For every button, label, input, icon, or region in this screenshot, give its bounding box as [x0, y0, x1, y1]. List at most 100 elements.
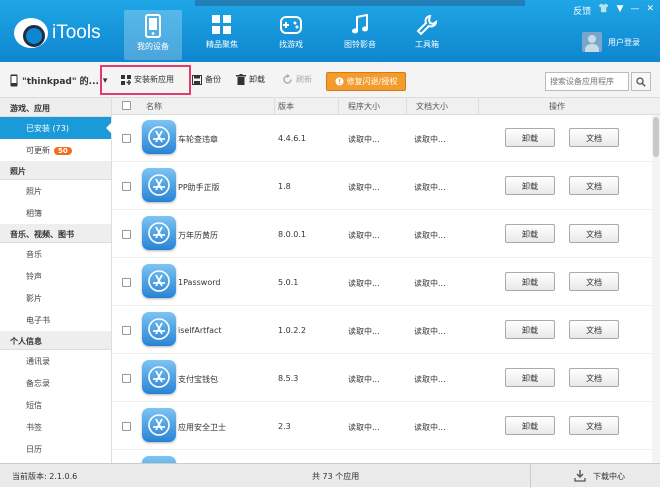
row-checkbox[interactable]: [122, 422, 131, 431]
uninstall-toolbar-button[interactable]: 卸载: [236, 74, 265, 85]
app-name: 应用安全卫士: [178, 423, 226, 432]
sidebar-item-bookmarks[interactable]: 书签: [0, 416, 111, 438]
title-bar: iTools 我的设备 精品聚焦 找游戏 图铃影音 工具箱 反馈 👕 ▼ — ✕…: [0, 0, 660, 62]
row-checkbox[interactable]: [122, 230, 131, 239]
table-row[interactable]: 1Password 5.0.1 读取中... 读取中... 卸载 文档: [112, 259, 660, 306]
uninstall-button[interactable]: 卸载: [505, 224, 555, 243]
row-checkbox[interactable]: [122, 182, 131, 191]
documents-button[interactable]: 文档: [569, 272, 619, 291]
scrollbar-track[interactable]: [652, 115, 660, 463]
uninstall-button[interactable]: 卸载: [505, 128, 555, 147]
app-version: 2.3: [278, 422, 291, 431]
app-program-size: 读取中...: [348, 375, 380, 384]
menu-icon[interactable]: ▼: [617, 4, 624, 17]
nav-media[interactable]: 图铃影音: [331, 10, 389, 60]
sidebar-item-ringtones[interactable]: 铃声: [0, 265, 111, 287]
app-name: 支付宝钱包: [178, 375, 218, 384]
user-login[interactable]: 用户登录: [582, 32, 640, 52]
sidebar-item-albums[interactable]: 相簿: [0, 202, 111, 224]
search-icon: [636, 76, 646, 87]
select-all-checkbox[interactable]: [122, 101, 131, 110]
uninstall-toolbar-label: 卸载: [249, 75, 265, 84]
sidebar-item-contacts[interactable]: 通讯录: [0, 350, 111, 372]
sidebar-item-photos[interactable]: 照片: [0, 180, 111, 202]
documents-button[interactable]: 文档: [569, 368, 619, 387]
header-name[interactable]: 名称: [146, 101, 162, 112]
scrollbar-thumb[interactable]: [653, 117, 659, 157]
header-doc-size[interactable]: 文档大小: [416, 101, 448, 112]
nav-toolbox[interactable]: 工具箱: [398, 10, 456, 60]
repair-crash-button[interactable]: 修复闪退/授权: [326, 72, 406, 91]
app-name: 1Password: [178, 278, 221, 287]
nav-label: 精品聚焦: [206, 40, 238, 49]
uninstall-button[interactable]: 卸载: [505, 176, 555, 195]
header-program-size[interactable]: 程序大小: [348, 101, 380, 112]
nav-featured[interactable]: 精品聚焦: [193, 10, 251, 60]
app-version: 8.5.3: [278, 374, 299, 383]
column-divider: [274, 98, 275, 115]
uninstall-button[interactable]: 卸载: [505, 368, 555, 387]
desktop-strip: [195, 0, 525, 6]
app-store-icon: [142, 168, 176, 202]
device-selector[interactable]: "thinkpad" 的... ▾: [10, 74, 107, 87]
column-divider: [338, 98, 339, 115]
app-version: 8.0.0.1: [278, 230, 306, 239]
header-version[interactable]: 版本: [278, 101, 294, 112]
uninstall-button[interactable]: 卸载: [505, 320, 555, 339]
nav-games[interactable]: 找游戏: [262, 10, 320, 60]
download-center-link[interactable]: 下载中心: [593, 471, 625, 482]
app-program-size: 读取中...: [348, 183, 380, 192]
sidebar-item-calendar[interactable]: 日历: [0, 438, 111, 460]
row-checkbox[interactable]: [122, 278, 131, 287]
app-count-text: 共 73 个应用: [312, 472, 360, 481]
documents-button[interactable]: 文档: [569, 176, 619, 195]
app-store-icon: [142, 408, 176, 442]
app-program-size: 读取中...: [348, 327, 380, 336]
close-icon[interactable]: ✕: [646, 4, 654, 17]
row-checkbox[interactable]: [122, 134, 131, 143]
minimize-icon[interactable]: —: [630, 4, 639, 17]
feedback-link[interactable]: 反馈: [573, 4, 591, 17]
table-row[interactable]: PP助手正版 1.8 读取中... 读取中... 卸载 文档: [112, 163, 660, 210]
sidebar-item-movies[interactable]: 影片: [0, 287, 111, 309]
repair-icon: [335, 77, 344, 86]
table-row[interactable]: 车轮查违章 4.4.6.1 读取中... 读取中... 卸载 文档: [112, 115, 660, 162]
app-version: 1.8: [278, 182, 291, 191]
documents-button[interactable]: 文档: [569, 416, 619, 435]
skin-icon[interactable]: 👕: [598, 4, 609, 17]
table-row[interactable]: 应用安全卫士 2.3 读取中... 读取中... 卸载 文档: [112, 403, 660, 450]
uninstall-button[interactable]: 卸载: [505, 416, 555, 435]
sidebar-section-media: 音乐、视频、图书: [0, 224, 111, 243]
app-store-icon: [142, 360, 176, 394]
app-program-size: 读取中...: [348, 135, 380, 144]
update-count-badge: 50: [54, 147, 72, 155]
search-button[interactable]: [631, 72, 651, 91]
backup-button[interactable]: 备份: [192, 74, 221, 85]
app-doc-size: 读取中...: [414, 183, 446, 192]
sidebar-item-music[interactable]: 音乐: [0, 243, 111, 265]
documents-button[interactable]: 文档: [569, 224, 619, 243]
table-row[interactable]: [112, 451, 660, 463]
sidebar-item-notes[interactable]: 备忘录: [0, 372, 111, 394]
nav-my-device[interactable]: 我的设备: [124, 10, 182, 60]
column-divider: [478, 98, 479, 115]
row-checkbox[interactable]: [122, 374, 131, 383]
sidebar-item-updates[interactable]: 可更新 50: [0, 139, 111, 161]
documents-button[interactable]: 文档: [569, 128, 619, 147]
refresh-button[interactable]: 刷新: [282, 74, 312, 85]
nav-label: 工具箱: [415, 40, 439, 49]
nav-label: 找游戏: [279, 40, 303, 49]
table-row[interactable]: iselfArtfact 1.0.2.2 读取中... 读取中... 卸载 文档: [112, 307, 660, 354]
row-checkbox[interactable]: [122, 326, 131, 335]
sidebar-item-ebooks[interactable]: 电子书: [0, 309, 111, 331]
documents-button[interactable]: 文档: [569, 320, 619, 339]
sidebar-item-installed[interactable]: 已安装 (73): [0, 117, 112, 139]
avatar-icon: [582, 32, 602, 52]
app-doc-size: 读取中...: [414, 135, 446, 144]
nav-label: 图铃影音: [344, 40, 376, 49]
sidebar-item-messages[interactable]: 短信: [0, 394, 111, 416]
table-row[interactable]: 支付宝钱包 8.5.3 读取中... 读取中... 卸载 文档: [112, 355, 660, 402]
table-row[interactable]: 万年历黄历 8.0.0.1 读取中... 读取中... 卸载 文档: [112, 211, 660, 258]
uninstall-button[interactable]: 卸载: [505, 272, 555, 291]
search-input[interactable]: [545, 72, 629, 91]
